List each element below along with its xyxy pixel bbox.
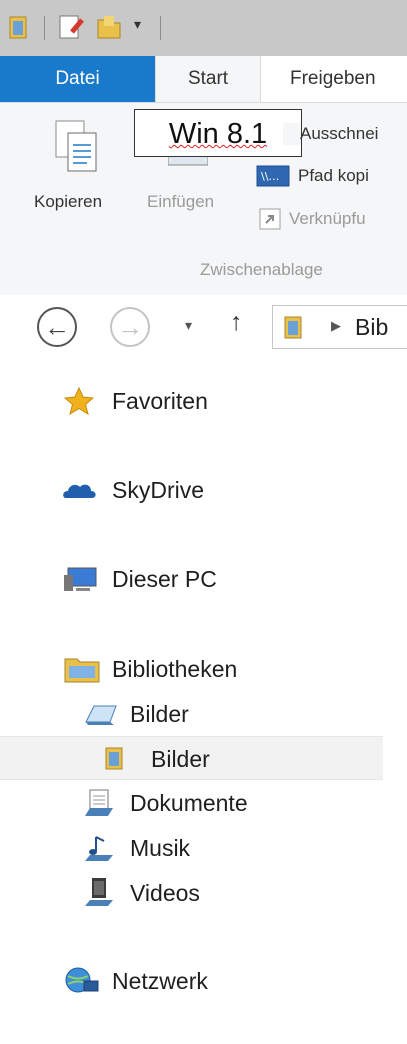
qat-separator <box>44 16 45 40</box>
tab-start[interactable]: Start <box>155 56 261 102</box>
nav-label: Musik <box>130 835 191 861</box>
library-icon <box>283 314 305 345</box>
qat-separator <box>160 16 161 40</box>
copy-path-button[interactable]: Pfad kopi <box>298 166 369 186</box>
nav-label: Dieser PC <box>112 566 217 592</box>
svg-text:\\…: \\… <box>261 170 279 183</box>
address-bar[interactable]: ▶ Bib <box>272 305 407 349</box>
pictures-library-icon <box>84 702 118 731</box>
copy-path-icon[interactable]: \\… <box>256 165 290 192</box>
shortcut-icon <box>258 207 282 236</box>
qat-dropdown-icon[interactable]: ▾ <box>134 16 141 33</box>
copy-icon[interactable] <box>52 117 102 182</box>
cloud-icon <box>62 480 98 505</box>
scissors-icon[interactable] <box>283 123 301 145</box>
nav-label: Dokumente <box>130 790 248 816</box>
up-icon[interactable]: ↑ <box>230 308 243 337</box>
nav-item-favorites[interactable]: Favoriten <box>0 379 407 423</box>
version-annotation: Win 8.1 <box>134 109 302 157</box>
computer-icon <box>64 567 98 598</box>
paste-shortcut-button: Verknüpfu <box>289 209 366 228</box>
star-icon <box>63 386 95 420</box>
ribbon-tabs: Datei Start Freigeben <box>0 56 407 102</box>
breadcrumb-item[interactable]: Bib <box>355 314 388 341</box>
libraries-icon <box>64 655 100 688</box>
properties-icon[interactable] <box>58 14 86 45</box>
nav-label: Bilder <box>151 746 210 772</box>
videos-icon <box>84 877 114 912</box>
navigation-bar: ← → ▾ ↑ ▶ Bib <box>0 295 407 361</box>
cut-button[interactable]: Ausschnei <box>300 124 378 144</box>
recent-dropdown-icon[interactable]: ▾ <box>185 317 192 334</box>
ribbon-clipboard-group: Kopieren Einfügen Win 8.1 Ausschnei \\… … <box>0 102 407 296</box>
nav-item-libraries[interactable]: Bibliotheken <box>0 647 407 691</box>
nav-label: Videos <box>130 880 200 906</box>
title-bar: ▾ <box>0 0 407 57</box>
nav-item-network[interactable]: Netzwerk <box>0 959 407 1003</box>
nav-item-pictures-folder[interactable]: Bilder <box>0 736 383 780</box>
nav-label: Netzwerk <box>112 968 208 994</box>
nav-item-skydrive[interactable]: SkyDrive <box>0 468 407 512</box>
nav-label: SkyDrive <box>112 477 205 503</box>
tab-file[interactable]: Datei <box>0 56 155 102</box>
nav-item-videos[interactable]: Videos <box>0 871 407 915</box>
breadcrumb-arrow-icon: ▶ <box>331 318 341 333</box>
nav-item-documents[interactable]: Dokumente <box>0 781 407 825</box>
paste-button[interactable]: Einfügen <box>147 192 214 212</box>
nav-item-music[interactable]: Musik <box>0 826 407 870</box>
new-folder-icon[interactable] <box>96 14 122 45</box>
nav-label: Bibliotheken <box>112 656 238 682</box>
nav-item-pictures[interactable]: Bilder <box>0 692 407 736</box>
nav-label: Bilder <box>130 701 189 727</box>
tab-share[interactable]: Freigeben <box>290 56 376 102</box>
network-icon <box>64 967 100 1000</box>
nav-label: Favoriten <box>112 388 208 414</box>
forward-icon[interactable]: → <box>110 307 150 347</box>
copy-button[interactable]: Kopieren <box>34 192 102 212</box>
clipboard-group-label: Zwischenablage <box>200 260 323 279</box>
folder-icon[interactable] <box>8 14 30 45</box>
documents-icon <box>84 789 114 822</box>
nav-item-this-pc[interactable]: Dieser PC <box>0 557 407 601</box>
back-icon[interactable]: ← <box>37 307 77 347</box>
music-icon <box>84 834 114 867</box>
pictures-folder-icon <box>104 745 126 776</box>
